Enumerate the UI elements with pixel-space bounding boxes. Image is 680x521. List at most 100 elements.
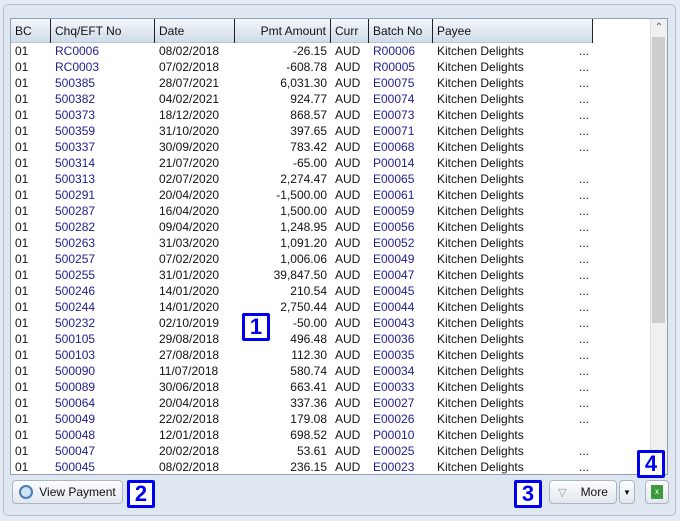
cell-batch-no[interactable]: E00075: [369, 75, 433, 91]
cell-chq-no[interactable]: 500045: [51, 459, 155, 474]
cell-batch-no[interactable]: E00047: [369, 267, 433, 283]
cell-batch-no[interactable]: E00052: [369, 235, 433, 251]
cell-chq-no[interactable]: 500337: [51, 139, 155, 155]
cell-chq-no[interactable]: 500105: [51, 331, 155, 347]
col-header-payee[interactable]: Payee: [433, 19, 593, 43]
cell-batch-no[interactable]: R00005: [369, 59, 433, 75]
cell-batch-no[interactable]: E00061: [369, 187, 433, 203]
table-row[interactable]: 01 500103 27/08/2018 112.30 AUD E00035 Kitchen…: [11, 347, 593, 363]
vertical-scrollbar[interactable]: ⌃: [650, 19, 667, 474]
cell-batch-no[interactable]: E00034: [369, 363, 433, 379]
cell-batch-no[interactable]: P00010: [369, 427, 433, 443]
more-details-ellipsis[interactable]: ...: [579, 203, 589, 219]
cell-chq-no[interactable]: 500373: [51, 107, 155, 123]
more-dropdown-button[interactable]: ▼: [619, 480, 635, 504]
more-details-ellipsis[interactable]: ...: [579, 411, 589, 427]
scrollbar-thumb[interactable]: [652, 37, 665, 323]
more-details-ellipsis[interactable]: ...: [579, 75, 589, 91]
cell-chq-no[interactable]: 500291: [51, 187, 155, 203]
cell-batch-no[interactable]: E00027: [369, 395, 433, 411]
more-details-ellipsis[interactable]: ...: [579, 315, 589, 331]
table-row[interactable]: 01 RC0003 07/02/2018 -608.78 AUD R00005 Kitche…: [11, 59, 593, 75]
cell-chq-no[interactable]: RC0006: [51, 43, 155, 59]
table-row[interactable]: 01 500090 11/07/2018 580.74 AUD E00034 Kitchen…: [11, 363, 593, 379]
more-details-ellipsis[interactable]: ...: [579, 107, 589, 123]
export-excel-button[interactable]: x: [645, 480, 669, 504]
cell-chq-no[interactable]: 500103: [51, 347, 155, 363]
cell-batch-no[interactable]: E00026: [369, 411, 433, 427]
table-row[interactable]: 01 500047 20/02/2018 53.61 AUD E00025 Kitchen …: [11, 443, 593, 459]
table-row[interactable]: 01 500089 30/06/2018 663.41 AUD E00033 Kitchen…: [11, 379, 593, 395]
table-row[interactable]: 01 500048 12/01/2018 698.52 AUD P00010 Kitchen…: [11, 427, 593, 443]
table-row[interactable]: 01 500064 20/04/2018 337.36 AUD E00027 Kitchen…: [11, 395, 593, 411]
table-row[interactable]: 01 500105 29/08/2018 496.48 AUD E00036 Kitchen…: [11, 331, 593, 347]
cell-chq-no[interactable]: 500244: [51, 299, 155, 315]
table-row[interactable]: 01 500314 21/07/2020 -65.00 AUD P00014 Kitchen…: [11, 155, 593, 171]
col-header-bc[interactable]: BC: [11, 19, 51, 43]
cell-batch-no[interactable]: E00065: [369, 171, 433, 187]
scroll-up-icon[interactable]: ⌃: [651, 19, 667, 36]
cell-chq-no[interactable]: 500089: [51, 379, 155, 395]
col-header-amount[interactable]: Pmt Amount: [235, 19, 331, 43]
cell-chq-no[interactable]: 500263: [51, 235, 155, 251]
cell-chq-no[interactable]: 500232: [51, 315, 155, 331]
table-row[interactable]: 01 500045 08/02/2018 236.15 AUD E00023 Kitchen…: [11, 459, 593, 474]
cell-batch-no[interactable]: E00068: [369, 139, 433, 155]
more-details-ellipsis[interactable]: ...: [579, 219, 589, 235]
table-row[interactable]: 01 500382 04/02/2021 924.77 AUD E00074 Kitchen…: [11, 91, 593, 107]
more-details-ellipsis[interactable]: ...: [579, 299, 589, 315]
table-row[interactable]: 01 500049 22/02/2018 179.08 AUD E00026 Kitchen…: [11, 411, 593, 427]
cell-batch-no[interactable]: E00056: [369, 219, 433, 235]
more-details-ellipsis[interactable]: ...: [579, 363, 589, 379]
cell-chq-no[interactable]: 500382: [51, 91, 155, 107]
cell-batch-no[interactable]: E00033: [369, 379, 433, 395]
more-details-ellipsis[interactable]: ...: [579, 187, 589, 203]
cell-batch-no[interactable]: E00073: [369, 107, 433, 123]
more-details-ellipsis[interactable]: ...: [579, 379, 589, 395]
cell-batch-no[interactable]: R00006: [369, 43, 433, 59]
more-details-ellipsis[interactable]: ...: [579, 59, 589, 75]
more-details-ellipsis[interactable]: ...: [579, 267, 589, 283]
cell-chq-no[interactable]: 500385: [51, 75, 155, 91]
cell-chq-no[interactable]: 500282: [51, 219, 155, 235]
cell-batch-no[interactable]: E00049: [369, 251, 433, 267]
cell-chq-no[interactable]: 500090: [51, 363, 155, 379]
view-payment-button[interactable]: View Payment: [12, 480, 123, 504]
cell-chq-no[interactable]: 500064: [51, 395, 155, 411]
cell-batch-no[interactable]: E00043: [369, 315, 433, 331]
more-details-ellipsis[interactable]: ...: [579, 283, 589, 299]
table-row[interactable]: 01 500282 09/04/2020 1,248.95 AUD E00056 Kitch…: [11, 219, 593, 235]
cell-chq-no[interactable]: 500047: [51, 443, 155, 459]
table-row[interactable]: 01 500373 18/12/2020 868.57 AUD E00073 Kitchen…: [11, 107, 593, 123]
table-row[interactable]: 01 500244 14/01/2020 2,750.44 AUD E00044 Kitch…: [11, 299, 593, 315]
table-row[interactable]: 01 500291 20/04/2020 -1,500.00 AUD E00061 Kitc…: [11, 187, 593, 203]
table-row[interactable]: 01 500257 07/02/2020 1,006.06 AUD E00049 Kitch…: [11, 251, 593, 267]
col-header-chq[interactable]: Chq/EFT No: [51, 19, 155, 43]
more-details-ellipsis[interactable]: ...: [579, 395, 589, 411]
cell-chq-no[interactable]: RC0003: [51, 59, 155, 75]
cell-batch-no[interactable]: E00074: [369, 91, 433, 107]
cell-batch-no[interactable]: E00025: [369, 443, 433, 459]
cell-batch-no[interactable]: P00014: [369, 155, 433, 171]
cell-chq-no[interactable]: 500314: [51, 155, 155, 171]
cell-batch-no[interactable]: E00023: [369, 459, 433, 474]
more-details-ellipsis[interactable]: ...: [579, 171, 589, 187]
cell-chq-no[interactable]: 500246: [51, 283, 155, 299]
table-row[interactable]: 01 500385 28/07/2021 6,031.30 AUD E00075 Kitch…: [11, 75, 593, 91]
cell-chq-no[interactable]: 500255: [51, 267, 155, 283]
table-row[interactable]: 01 500255 31/01/2020 39,847.50 AUD E00047 Kitc…: [11, 267, 593, 283]
more-details-ellipsis[interactable]: ...: [579, 123, 589, 139]
cell-batch-no[interactable]: E00059: [369, 203, 433, 219]
table-row[interactable]: 01 500232 02/10/2019 -50.00 AUD E00043 Kitchen…: [11, 315, 593, 331]
more-details-ellipsis[interactable]: ...: [579, 459, 589, 474]
more-details-ellipsis[interactable]: ...: [579, 235, 589, 251]
cell-chq-no[interactable]: 500313: [51, 171, 155, 187]
col-header-batch[interactable]: Batch No: [369, 19, 433, 43]
col-header-curr[interactable]: Curr: [331, 19, 369, 43]
cell-batch-no[interactable]: E00045: [369, 283, 433, 299]
more-details-ellipsis[interactable]: ...: [579, 443, 589, 459]
more-button[interactable]: ▽ More: [549, 480, 617, 504]
more-details-ellipsis[interactable]: ...: [579, 139, 589, 155]
more-details-ellipsis[interactable]: ...: [579, 43, 589, 59]
cell-batch-no[interactable]: E00035: [369, 347, 433, 363]
